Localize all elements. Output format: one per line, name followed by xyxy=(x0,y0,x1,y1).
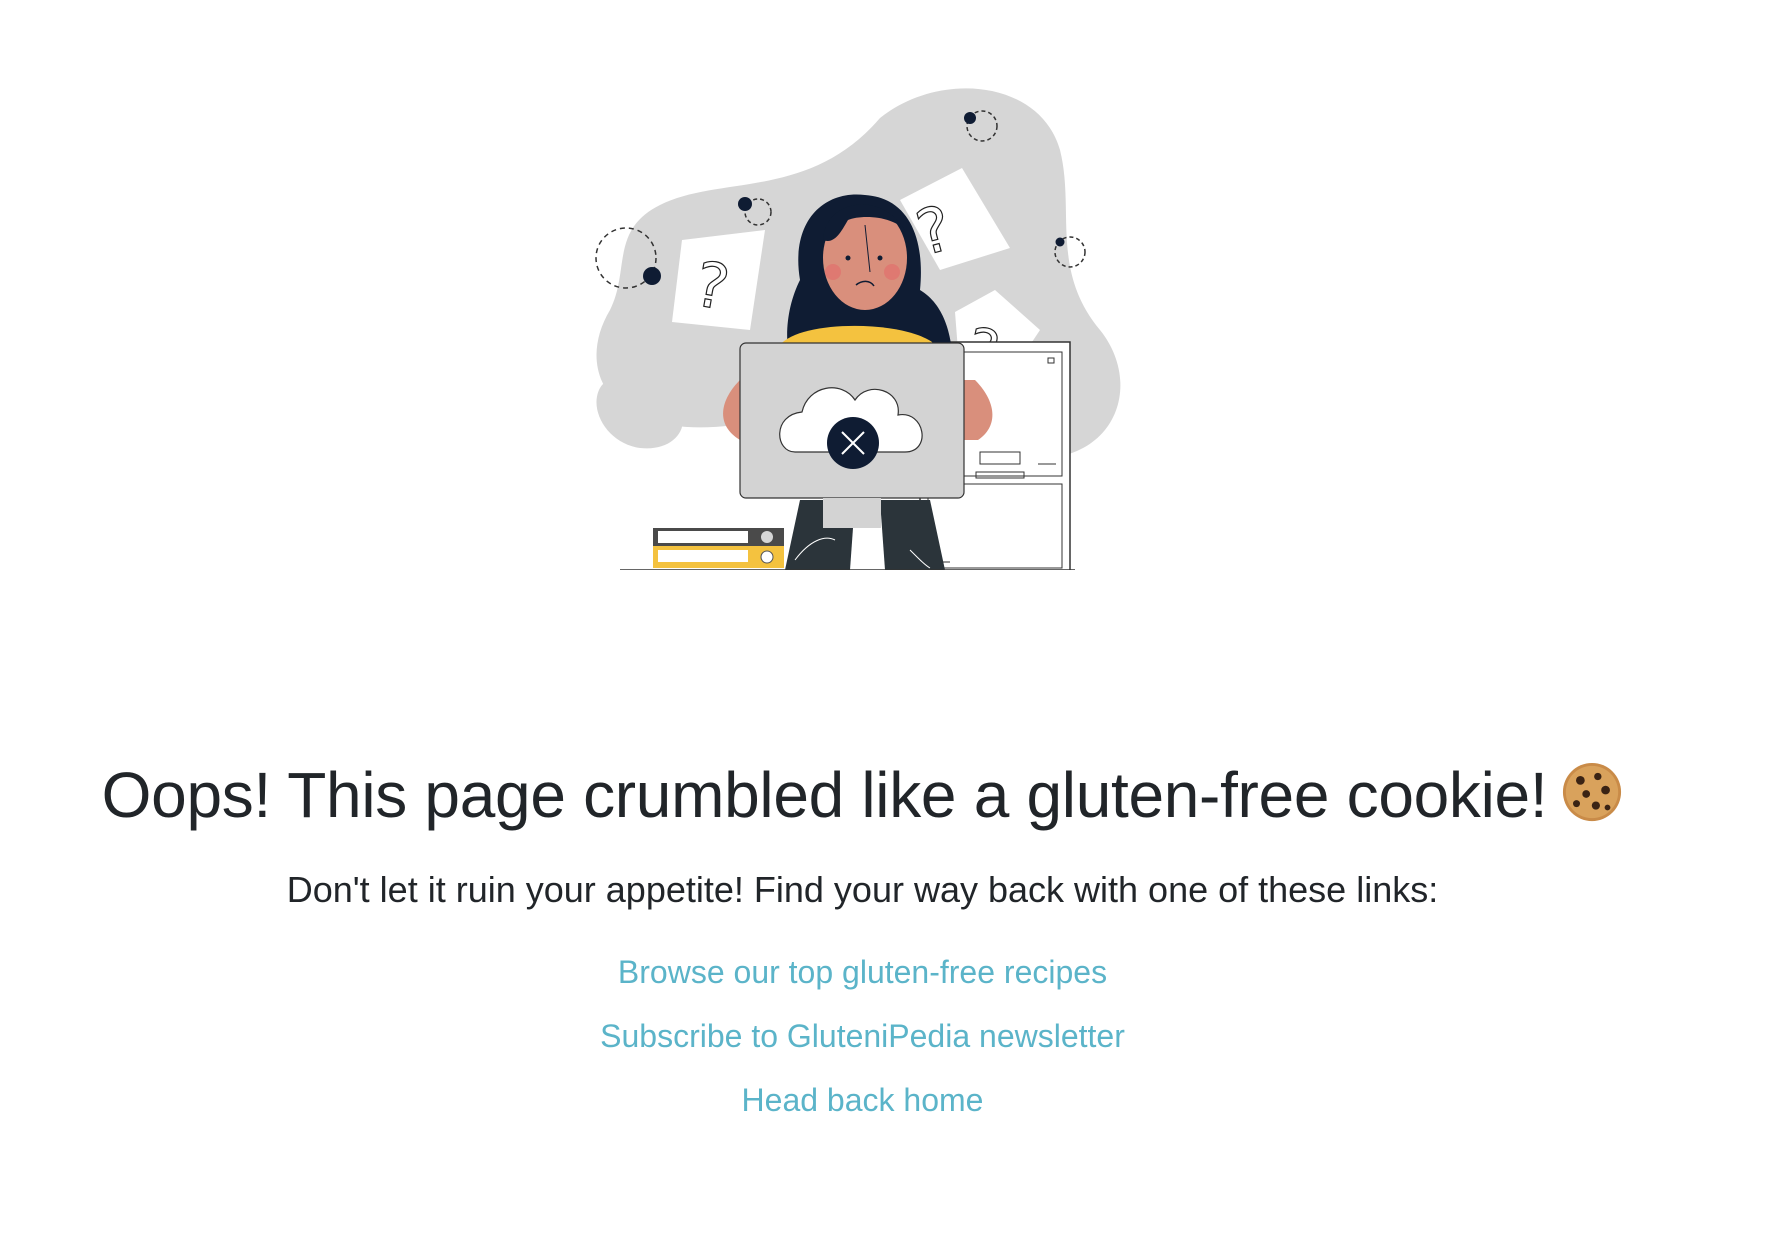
error-page: ? ? ? xyxy=(0,0,1768,1239)
browse-recipes-link[interactable]: Browse our top gluten-free recipes xyxy=(618,954,1107,990)
list-item: Subscribe to GluteniPedia newsletter xyxy=(0,1012,1725,1076)
list-item: Browse our top gluten-free recipes xyxy=(0,948,1725,1012)
error-illustration: ? ? ? xyxy=(595,88,1121,570)
subscribe-newsletter-link[interactable]: Subscribe to GluteniPedia newsletter xyxy=(600,1018,1125,1054)
home-link[interactable]: Head back home xyxy=(742,1082,984,1118)
cookie-icon xyxy=(1563,762,1622,821)
error-subtitle: Don't let it ruin your appetite! Find yo… xyxy=(286,869,1439,910)
binders xyxy=(653,528,784,568)
question-paper-left: ? xyxy=(672,230,765,330)
error-heading-text: Oops! This page crumbled like a gluten-f… xyxy=(101,758,1548,831)
list-item: Head back home xyxy=(0,1076,1725,1140)
recovery-links: Browse our top gluten-free recipes Subsc… xyxy=(0,948,1725,1140)
error-heading: Oops! This page crumbled like a gluten-f… xyxy=(0,755,1725,835)
